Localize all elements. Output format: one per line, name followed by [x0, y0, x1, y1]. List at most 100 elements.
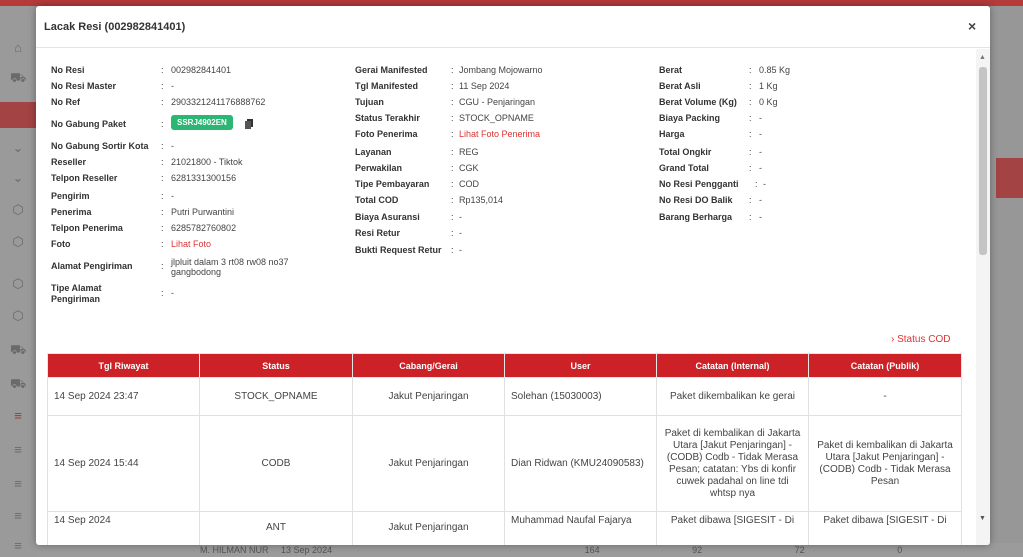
scrollbar-thumb[interactable] — [979, 67, 987, 255]
cell-tgl: 14 Sep 2024 15:44 — [47, 415, 200, 512]
detail-label: Tujuan — [355, 97, 384, 107]
bg-cell: 0 — [897, 545, 903, 555]
detail-label: Telpon Reseller — [51, 173, 118, 183]
detail-value: - — [171, 191, 174, 201]
detail-label: Barang Berharga — [659, 212, 733, 222]
detail-label: Berat Volume (Kg) — [659, 97, 737, 107]
detail-value: - — [459, 245, 462, 255]
detail-value: COD — [459, 179, 479, 189]
bg-cell: 164 — [584, 545, 600, 555]
modal-body: No Resi: 002982841401 No Resi Master: - … — [36, 49, 976, 545]
right-panel-accent — [996, 158, 1023, 198]
detail-value: - — [759, 195, 762, 205]
detail-label: No Gabung Sortir Kota — [51, 141, 149, 151]
sidebar-active-item — [0, 102, 36, 128]
close-icon[interactable]: × — [968, 18, 976, 34]
detail-label: Tgl Manifested — [355, 81, 419, 91]
detail-label: Penerima — [51, 207, 92, 217]
col-header-cabang[interactable]: Cabang/Gerai — [352, 353, 505, 378]
detail-value: - — [459, 228, 462, 238]
list-icon: ≡ — [14, 508, 22, 523]
cell-catatan-publik: Paket di kembalikan di Jakarta Utara [Ja… — [808, 415, 962, 512]
detail-label: Total COD — [355, 195, 399, 205]
box-icon: ⬡ — [12, 276, 24, 291]
detail-label: Tipe Pembayaran — [355, 179, 430, 189]
lacak-resi-modal: Lacak Resi (002982841401) × No Resi: 002… — [36, 6, 990, 545]
detail-label: No Gabung Paket — [51, 119, 127, 129]
detail-label: Tipe Alamat Pengiriman — [51, 283, 102, 304]
col-header-catatan-internal[interactable]: Catatan (Internal) — [656, 353, 809, 378]
detail-label: Pengirim — [51, 191, 90, 201]
detail-value: - — [759, 113, 762, 123]
detail-value: - — [171, 81, 174, 91]
detail-label: Alamat Pengiriman — [51, 261, 133, 271]
cell-cabang: Jakut Penjaringan — [352, 511, 505, 545]
cell-user: Solehan (15030003) — [504, 377, 657, 416]
scroll-up-arrow-icon[interactable]: ▲ — [979, 54, 986, 61]
detail-value: - — [759, 129, 762, 139]
cell-catatan-internal: Paket dikembalikan ke gerai — [656, 377, 809, 416]
detail-value: 0.85 Kg — [759, 65, 791, 75]
chevrons-down-icon: ⌄ — [12, 140, 24, 155]
detail-value: - — [763, 179, 766, 189]
list-icon: ≡ — [14, 538, 22, 553]
cell-tgl: 14 Sep 2024 23:47 — [47, 377, 200, 416]
detail-value: 0 Kg — [759, 97, 778, 107]
gabung-paket-badge: SSRJ4902EN — [171, 115, 233, 130]
box-icon: ⬡ — [12, 202, 24, 217]
modal-title: Lacak Resi (002982841401) — [44, 21, 186, 33]
scroll-down-arrow-icon[interactable]: ▼ — [979, 515, 986, 522]
detail-value: CGU - Penjaringan — [459, 97, 536, 107]
col-header-catatan-publik[interactable]: Catatan (Publik) — [808, 353, 962, 378]
detail-label: Foto Penerima — [355, 129, 418, 139]
lihat-foto-link[interactable]: Lihat Foto — [171, 239, 211, 249]
truck-icon: ⛟ — [10, 70, 27, 85]
lihat-foto-penerima-link[interactable]: Lihat Foto Penerima — [459, 129, 540, 139]
detail-value: 002982841401 — [171, 65, 232, 75]
detail-label: No Ref — [51, 97, 80, 107]
detail-value: STOCK_OPNAME — [459, 113, 534, 123]
detail-value: 2903321241176888762 — [171, 97, 266, 107]
bg-cell: 13 Sep 2024 — [281, 545, 333, 555]
col-header-tgl[interactable]: Tgl Riwayat — [47, 353, 200, 378]
detail-value: - — [759, 163, 762, 173]
detail-label: Status Terakhir — [355, 113, 420, 123]
cell-catatan-internal: Paket dibawa [SIGESIT - Di — [656, 511, 809, 545]
detail-value: 6285782760802 — [171, 223, 237, 233]
detail-value: Rp135,014 — [459, 195, 504, 205]
detail-label: Berat Asli — [659, 81, 701, 91]
detail-label: Biaya Packing — [659, 113, 721, 123]
cell-catatan-publik: - — [808, 377, 962, 416]
detail-label: No Resi Pengganti — [659, 179, 739, 189]
cell-status: ANT — [199, 511, 353, 545]
list-icon: ≡ — [14, 442, 22, 457]
table-row: 14 Sep 2024 23:47 STOCK_OPNAME Jakut Pen… — [47, 377, 962, 416]
detail-label: Harga — [659, 129, 685, 139]
cell-status: STOCK_OPNAME — [199, 377, 353, 416]
detail-value: 6281331300156 — [171, 173, 237, 183]
truck-icon: ⛟ — [10, 342, 27, 357]
bg-cell: 92 — [692, 545, 703, 555]
detail-value: 21021800 - Tiktok — [171, 157, 243, 167]
detail-value: - — [171, 288, 174, 298]
col-header-status[interactable]: Status — [199, 353, 353, 378]
cell-catatan-internal: Paket di kembalikan di Jakarta Utara [Ja… — [656, 415, 809, 512]
status-cod-link[interactable]: › Status COD — [891, 334, 950, 345]
background-table-row: M. HILMAN NUR 13 Sep 2024 164 92 72 0 — [36, 543, 1023, 557]
detail-value: 1 Kg — [759, 81, 778, 91]
detail-value: 11 Sep 2024 — [459, 81, 510, 91]
modal-scrollbar[interactable]: ▲ ▼ — [976, 49, 990, 545]
app-right-panel — [990, 6, 1023, 557]
cell-cabang: Jakut Penjaringan — [352, 415, 505, 512]
col-header-user[interactable]: User — [504, 353, 657, 378]
detail-label: No Resi — [51, 65, 85, 75]
detail-label: Biaya Asuransi — [355, 212, 420, 222]
copy-icon[interactable] — [245, 119, 253, 129]
detail-value: - — [171, 141, 174, 151]
cell-status: CODB — [199, 415, 353, 512]
detail-label: Telpon Penerima — [51, 223, 123, 233]
detail-label: Reseller — [51, 157, 87, 167]
box-icon: ⬡ — [12, 234, 24, 249]
modal-header: Lacak Resi (002982841401) × — [36, 6, 990, 48]
detail-label: Total Ongkir — [659, 147, 712, 157]
